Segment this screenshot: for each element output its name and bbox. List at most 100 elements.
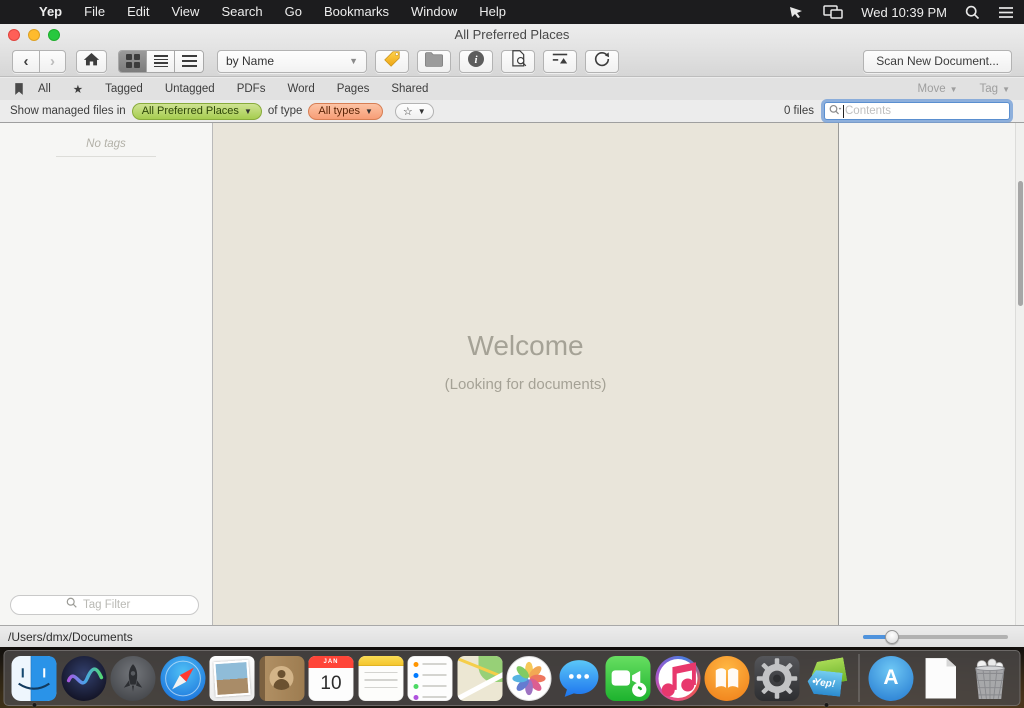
filter-pages[interactable]: Pages <box>337 83 370 95</box>
menu-go[interactable]: Go <box>274 0 313 24</box>
reveal-folder-button[interactable] <box>417 50 451 73</box>
dock-safari[interactable] <box>160 656 205 701</box>
running-indicator <box>32 703 36 707</box>
home-icon <box>83 51 100 72</box>
collapse-icon <box>551 51 569 72</box>
refresh-button[interactable] <box>585 50 619 73</box>
tag-filter-input[interactable] <box>83 599 143 611</box>
pointer-status-icon[interactable] <box>789 5 805 19</box>
dock-app-store[interactable]: A <box>869 656 914 701</box>
dock-itunes[interactable] <box>655 656 700 701</box>
folder-icon <box>424 50 444 73</box>
dock-notes[interactable] <box>358 656 403 701</box>
sort-dropdown[interactable]: by Name ▼ <box>217 50 367 73</box>
desktop: Yep File Edit View Search Go Bookmarks W… <box>0 0 1024 708</box>
display-mirroring-icon[interactable] <box>823 5 843 19</box>
contents-search-input[interactable] <box>845 105 1005 117</box>
filter-tagged[interactable]: Tagged <box>105 83 143 95</box>
info-button[interactable]: i <box>459 50 493 73</box>
menu-clock[interactable]: Wed 10:39 PM <box>861 5 947 20</box>
dock-mail[interactable] <box>210 656 255 701</box>
back-button[interactable]: ‹ <box>12 50 39 73</box>
dock-launchpad[interactable] <box>111 656 156 701</box>
spotlight-icon[interactable] <box>965 5 980 20</box>
yep-window: All Preferred Places ‹ › <box>0 24 1024 647</box>
dock-finder[interactable] <box>12 656 57 701</box>
chevron-down-icon: ▼ <box>950 85 958 94</box>
dock-messages[interactable] <box>556 656 601 701</box>
scrollbar-thumb[interactable] <box>1018 181 1023 306</box>
zoom-slider[interactable] <box>863 635 1008 639</box>
filter-untagged[interactable]: Untagged <box>165 83 215 95</box>
dock-yep[interactable]: Yep! <box>804 656 849 701</box>
menu-window[interactable]: Window <box>400 0 468 24</box>
dock-maps[interactable] <box>457 656 502 701</box>
dock-siri[interactable] <box>61 656 106 701</box>
title-bar[interactable]: All Preferred Places <box>0 24 1024 46</box>
zoom-slider-knob[interactable] <box>885 630 899 644</box>
filter-word[interactable]: Word <box>287 83 314 95</box>
move-dropdown[interactable]: Move ▼ <box>917 83 957 95</box>
tag-button[interactable] <box>375 50 409 73</box>
menu-search[interactable]: Search <box>210 0 273 24</box>
menu-view[interactable]: View <box>160 0 210 24</box>
search-icon <box>66 596 78 614</box>
notification-center-icon[interactable] <box>998 6 1014 19</box>
tags-sidebar: No tags <box>0 123 213 625</box>
forward-button[interactable]: › <box>39 50 66 73</box>
dock-calendar[interactable]: JAN 10 <box>309 656 354 701</box>
scope-prefix-label: Show managed files in <box>10 105 126 117</box>
search-icon[interactable] <box>829 104 842 119</box>
list-view-button[interactable] <box>147 51 175 72</box>
apple-menu-icon[interactable] <box>10 11 28 13</box>
welcome-title: Welcome <box>467 330 583 362</box>
menu-edit[interactable]: Edit <box>116 0 160 24</box>
dock-trash[interactable] <box>968 656 1013 701</box>
filter-starred[interactable]: ★ <box>73 82 83 96</box>
home-button[interactable] <box>76 50 107 73</box>
documents-pane[interactable]: Welcome (Looking for documents) <box>213 123 839 625</box>
dock-contacts[interactable] <box>259 656 304 701</box>
filter-all[interactable]: All <box>38 83 51 95</box>
chevron-down-icon: ▼ <box>418 107 426 116</box>
contents-search-field[interactable] <box>824 102 1010 120</box>
place-filter-pill[interactable]: All Preferred Places ▼ <box>132 103 262 120</box>
tag-dropdown[interactable]: Tag ▼ <box>980 83 1010 95</box>
running-indicator <box>824 703 828 707</box>
dock: JAN 10 <box>4 650 1021 706</box>
dock-system-preferences[interactable] <box>754 656 799 701</box>
menu-bar: Yep File Edit View Search Go Bookmarks W… <box>0 0 1024 24</box>
filter-shared[interactable]: Shared <box>391 83 428 95</box>
window-title: All Preferred Places <box>0 27 1024 42</box>
detail-view-button[interactable] <box>175 51 203 72</box>
preview-search-button[interactable] <box>501 50 535 73</box>
menu-bookmarks[interactable]: Bookmarks <box>313 0 400 24</box>
collapse-button[interactable] <box>543 50 577 73</box>
scrollbar-track[interactable] <box>1015 123 1024 625</box>
menu-file[interactable]: File <box>73 0 116 24</box>
menu-help[interactable]: Help <box>468 0 517 24</box>
dock-facetime[interactable] <box>606 656 651 701</box>
scan-new-document-button[interactable]: Scan New Document... <box>863 50 1012 73</box>
bookmark-icon[interactable] <box>14 82 24 96</box>
icon-view-button[interactable] <box>119 51 147 72</box>
yep-blue-tag: Yep! <box>806 669 842 696</box>
filter-pdfs[interactable]: PDFs <box>237 83 266 95</box>
dock-photos[interactable] <box>507 656 552 701</box>
dock-ibooks[interactable] <box>705 656 750 701</box>
scope-oftype-label: of type <box>268 105 303 117</box>
view-mode-segmented-control <box>118 50 204 73</box>
no-tags-label: No tags <box>0 138 212 150</box>
file-count-label: 0 files <box>784 105 814 117</box>
dock-document[interactable] <box>918 656 963 701</box>
type-filter-pill[interactable]: All types ▼ <box>308 103 383 120</box>
refresh-icon <box>593 50 611 73</box>
menu-app-name[interactable]: Yep <box>28 0 73 24</box>
dock-reminders[interactable] <box>408 656 453 701</box>
document-search-icon <box>509 49 528 73</box>
grid-view-icon <box>126 54 140 68</box>
chevron-down-icon: ▼ <box>1002 85 1010 94</box>
star-filter-pill[interactable]: ☆ ▼ <box>395 103 434 120</box>
info-icon: i <box>467 50 485 73</box>
tag-filter-field[interactable] <box>10 595 199 615</box>
